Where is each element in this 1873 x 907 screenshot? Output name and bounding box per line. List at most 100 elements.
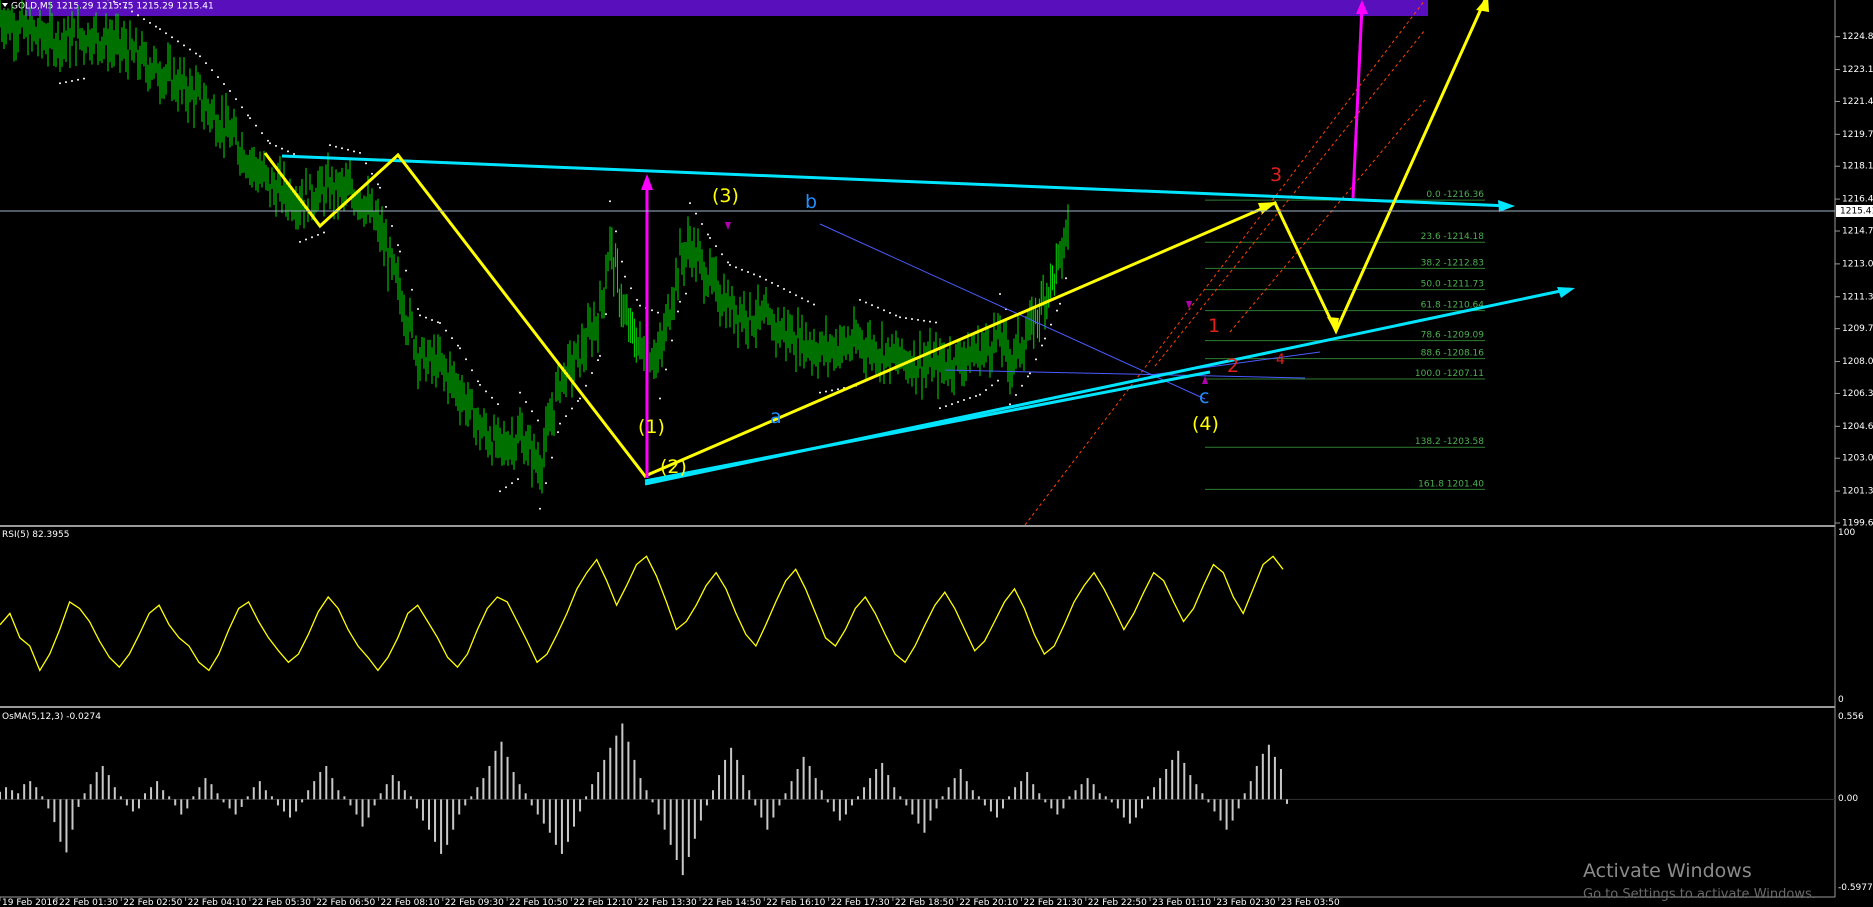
- sar-dot: [155, 25, 157, 28]
- sar-dot: [195, 52, 197, 55]
- sar-dot: [923, 319, 925, 322]
- sar-dot: [727, 261, 729, 264]
- sar-dot: [299, 240, 301, 243]
- sar-dot: [877, 306, 879, 309]
- price-tick-label-10: 1208.01: [1842, 357, 1873, 367]
- time-tick-label-9: 22 Feb 12:10: [573, 898, 632, 907]
- fib-label-7: 100.0 -1207.11: [1415, 369, 1484, 379]
- wave-label-a: a: [770, 406, 782, 428]
- sar-dot: [293, 153, 295, 156]
- sar-dot: [825, 390, 827, 393]
- channel-line-2: [1229, 99, 1426, 333]
- sar-dot: [359, 151, 361, 154]
- time-tick-label-6: 22 Feb 08:10: [381, 898, 440, 907]
- sar-dot: [819, 391, 821, 394]
- sar-dot: [183, 44, 185, 47]
- sar-dot: [665, 368, 667, 371]
- sar-dot: [419, 314, 421, 317]
- wave-target-arrow-icon: [1476, 0, 1489, 12]
- sar-dot: [895, 314, 897, 317]
- time-tick-label-14: 22 Feb 18:50: [895, 898, 954, 907]
- sar-dot: [591, 371, 593, 374]
- sar-dot: [445, 329, 447, 332]
- sar-dot: [125, 6, 127, 9]
- fib-label-5: 78.6 -1209.09: [1421, 331, 1485, 341]
- price-tick-label-3: 1219.76: [1842, 130, 1873, 140]
- sar-dot: [789, 291, 791, 294]
- sar-dot: [677, 310, 679, 313]
- sar-dot: [671, 339, 673, 342]
- time-tick-label-5: 22 Feb 06:50: [316, 898, 375, 907]
- fib-label-2: 38.2 -1212.83: [1421, 258, 1484, 268]
- wave-label-3: (3): [712, 185, 739, 207]
- trading-chart: GOLD,M5 1215.29 1215.75 1215.29 1215.41 …: [0, 0, 1873, 907]
- sar-dot: [565, 415, 567, 418]
- rsi-tick-bottom: 0: [1838, 695, 1844, 705]
- time-tick-label-16: 22 Feb 21:30: [1024, 898, 1083, 907]
- sar-dot: [735, 266, 737, 269]
- watermark-subtitle: Go to Settings to activate Windows.: [1583, 887, 1816, 902]
- price-tick-label-11: 1206.36: [1842, 389, 1873, 399]
- fractal-up-arrow-icon: [1202, 376, 1208, 384]
- price-tick-label-7: 1213.06: [1842, 259, 1873, 269]
- upper-trend-line: [281, 154, 1511, 208]
- time-tick-label-4: 22 Feb 05:30: [252, 898, 311, 907]
- sar-dot: [630, 287, 632, 290]
- sar-dot: [865, 301, 867, 304]
- price-tick-label-1: 1223.11: [1842, 65, 1873, 75]
- sar-dot: [505, 486, 507, 489]
- sar-dot: [431, 318, 433, 321]
- osma-tick-top: 0.556: [1838, 712, 1864, 722]
- sar-dot: [281, 147, 283, 150]
- sar-dot: [689, 202, 691, 205]
- rsi-line: [0, 555, 1284, 672]
- sar-dot: [451, 337, 453, 340]
- sar-dot: [899, 316, 901, 319]
- time-tick-label-10: 22 Feb 13:30: [638, 898, 697, 907]
- sar-dot: [353, 150, 355, 153]
- target-arrows: [641, 0, 1368, 478]
- wave-label-red-3: 3: [1270, 164, 1282, 186]
- header-band: [25, 0, 1428, 16]
- sar-dot: [287, 150, 289, 153]
- sar-dot: [1059, 302, 1061, 305]
- price-tick-label-8: 1211.36: [1842, 292, 1873, 302]
- price-tick-label-14: 1201.31: [1842, 487, 1873, 497]
- sar-dot: [131, 10, 133, 13]
- sar-dot: [801, 297, 803, 300]
- wave-label-b: b: [805, 191, 817, 213]
- sar-dot: [639, 304, 641, 307]
- sar-dot: [721, 253, 723, 256]
- sar-dot: [229, 90, 231, 93]
- wave-label-red-1: 1: [1208, 315, 1220, 337]
- wave-label-red-4: 4: [1276, 352, 1285, 368]
- sar-dot: [517, 478, 519, 481]
- elliott-wave-path: [263, 0, 1487, 478]
- wedge-lines: [819, 223, 1321, 400]
- sar-dot: [605, 313, 607, 316]
- sar-dot: [171, 36, 173, 39]
- sar-dot: [211, 69, 213, 72]
- price-tick-label-13: 1203.01: [1842, 454, 1873, 464]
- sar-dot: [609, 200, 611, 203]
- sar-dot: [557, 431, 559, 434]
- sar-dot: [499, 490, 501, 493]
- sar-dot: [975, 394, 977, 397]
- sar-dot: [399, 250, 401, 253]
- sar-dot: [177, 40, 179, 43]
- time-tick-label-11: 22 Feb 14:50: [702, 898, 761, 907]
- sar-dot: [889, 311, 891, 314]
- wave-label-red-2: 2: [1227, 355, 1239, 377]
- sar-dot: [709, 236, 711, 239]
- price-tick-label-0: 1224.81: [1842, 32, 1873, 42]
- sar-dot: [997, 379, 999, 382]
- sar-dot: [701, 223, 703, 226]
- sar-dot: [837, 388, 839, 391]
- chart-menu-arrow-icon[interactable]: [2, 3, 8, 7]
- rsi-line-group: [0, 555, 1284, 672]
- sar-dot: [417, 307, 419, 310]
- price-tick-label-12: 1204.66: [1842, 422, 1873, 432]
- sar-dot: [365, 162, 367, 165]
- time-tick-label-19: 23 Feb 02:30: [1216, 898, 1275, 907]
- sar-dot: [143, 18, 145, 21]
